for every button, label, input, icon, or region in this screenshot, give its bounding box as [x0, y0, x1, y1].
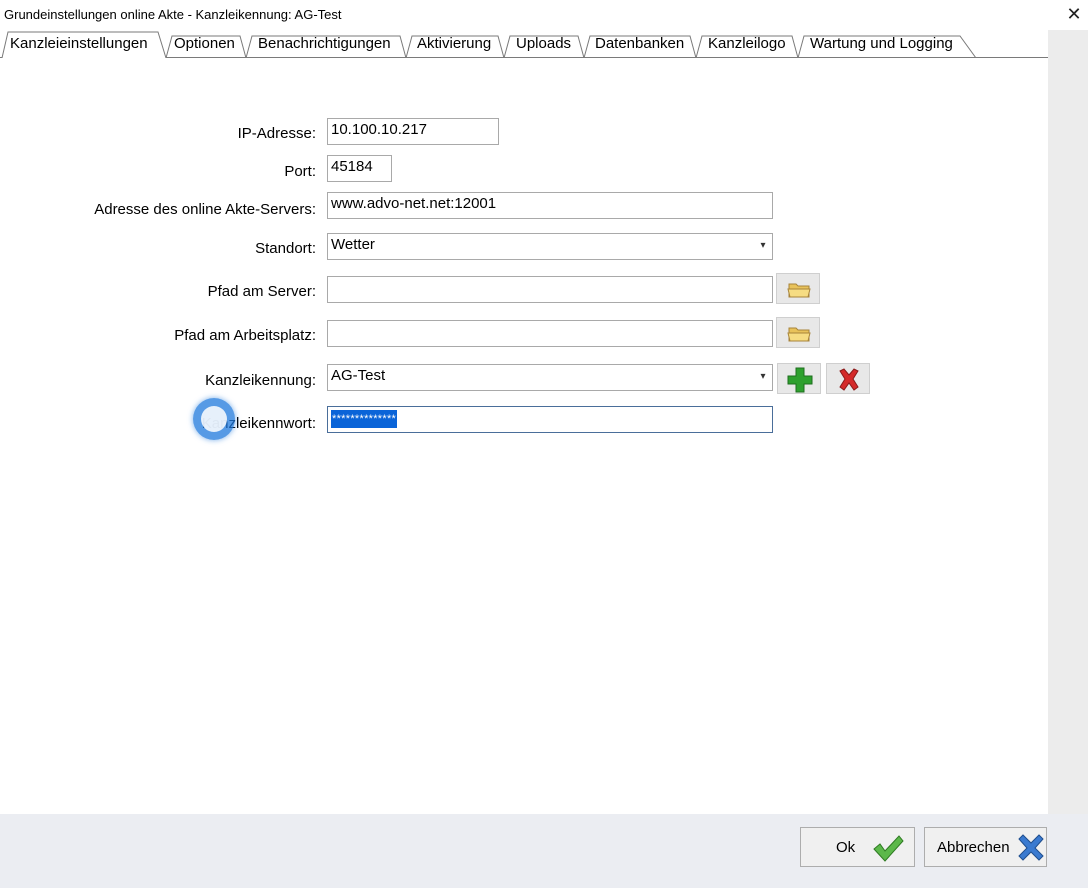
cancel-button[interactable]: Abbrechen — [924, 827, 1047, 867]
tab-wartung-und-logging[interactable]: Wartung und Logging — [810, 35, 953, 52]
checkmark-icon — [873, 835, 904, 862]
delete-firm-button[interactable] — [826, 363, 870, 394]
cancel-label: Abbrechen — [937, 839, 1010, 856]
dropdown-arrow-icon[interactable]: ▾ — [754, 234, 772, 259]
server-path-input[interactable] — [327, 276, 773, 303]
window-title: Grundeinstellungen online Akte - Kanzlei… — [4, 7, 342, 22]
cancel-x-icon — [1018, 834, 1044, 861]
add-firm-button[interactable] — [777, 363, 821, 394]
firm-id-value: AG-Test — [331, 367, 386, 384]
workstation-path-label: Pfad am Arbeitsplatz: — [174, 327, 316, 344]
tab-optionen[interactable]: Optionen — [174, 35, 235, 52]
ip-input[interactable]: 10.100.10.217 — [327, 118, 499, 145]
port-input[interactable]: 45184 — [327, 155, 392, 182]
scroll-area — [1048, 30, 1088, 814]
password-selection: ************** — [331, 410, 398, 428]
location-value: Wetter — [331, 236, 375, 253]
browse-workstation-path-button[interactable] — [776, 317, 820, 348]
delete-x-icon — [839, 368, 859, 391]
port-label: Port: — [284, 163, 316, 180]
tab-uploads[interactable]: Uploads — [516, 35, 571, 52]
workstation-path-input[interactable] — [327, 320, 773, 347]
ok-button[interactable]: Ok — [800, 827, 915, 867]
ip-label: IP-Adresse: — [237, 125, 316, 142]
server-path-label: Pfad am Server: — [207, 283, 316, 300]
server-address-input[interactable]: www.advo-net.net:12001 — [327, 192, 773, 219]
tab-datenbanken[interactable]: Datenbanken — [595, 35, 684, 52]
tab-kanzleieinstellungen[interactable]: Kanzleieinstellungen — [10, 35, 148, 52]
button-bar: Ok Abbrechen — [0, 814, 1088, 888]
title-bar: Grundeinstellungen online Akte - Kanzlei… — [0, 0, 1088, 30]
firm-password-input[interactable]: ************** — [327, 406, 773, 433]
folder-icon — [787, 283, 811, 298]
tab-kanzleilogo[interactable]: Kanzleilogo — [708, 35, 786, 52]
firm-id-select[interactable]: AG-Test ▾ — [327, 364, 773, 391]
tab-aktivierung[interactable]: Aktivierung — [417, 35, 491, 52]
location-select[interactable]: Wetter ▾ — [327, 233, 773, 260]
location-label: Standort: — [255, 240, 316, 257]
firm-password-label: Kanzleikennwort: — [201, 415, 316, 432]
server-address-label: Adresse des online Akte-Servers: — [94, 201, 316, 218]
tab-benachrichtigungen[interactable]: Benachrichtigungen — [258, 35, 391, 52]
folder-icon — [787, 327, 811, 342]
plus-icon — [787, 367, 813, 393]
firm-id-label: Kanzleikennung: — [205, 372, 316, 389]
close-icon[interactable]: ✕ — [1063, 2, 1085, 26]
browse-server-path-button[interactable] — [776, 273, 820, 304]
dropdown-arrow-icon[interactable]: ▾ — [754, 365, 772, 390]
ok-label: Ok — [836, 839, 856, 856]
tab-strip: Kanzleieinstellungen Optionen Benachrich… — [0, 30, 1048, 58]
click-indicator — [193, 398, 235, 440]
